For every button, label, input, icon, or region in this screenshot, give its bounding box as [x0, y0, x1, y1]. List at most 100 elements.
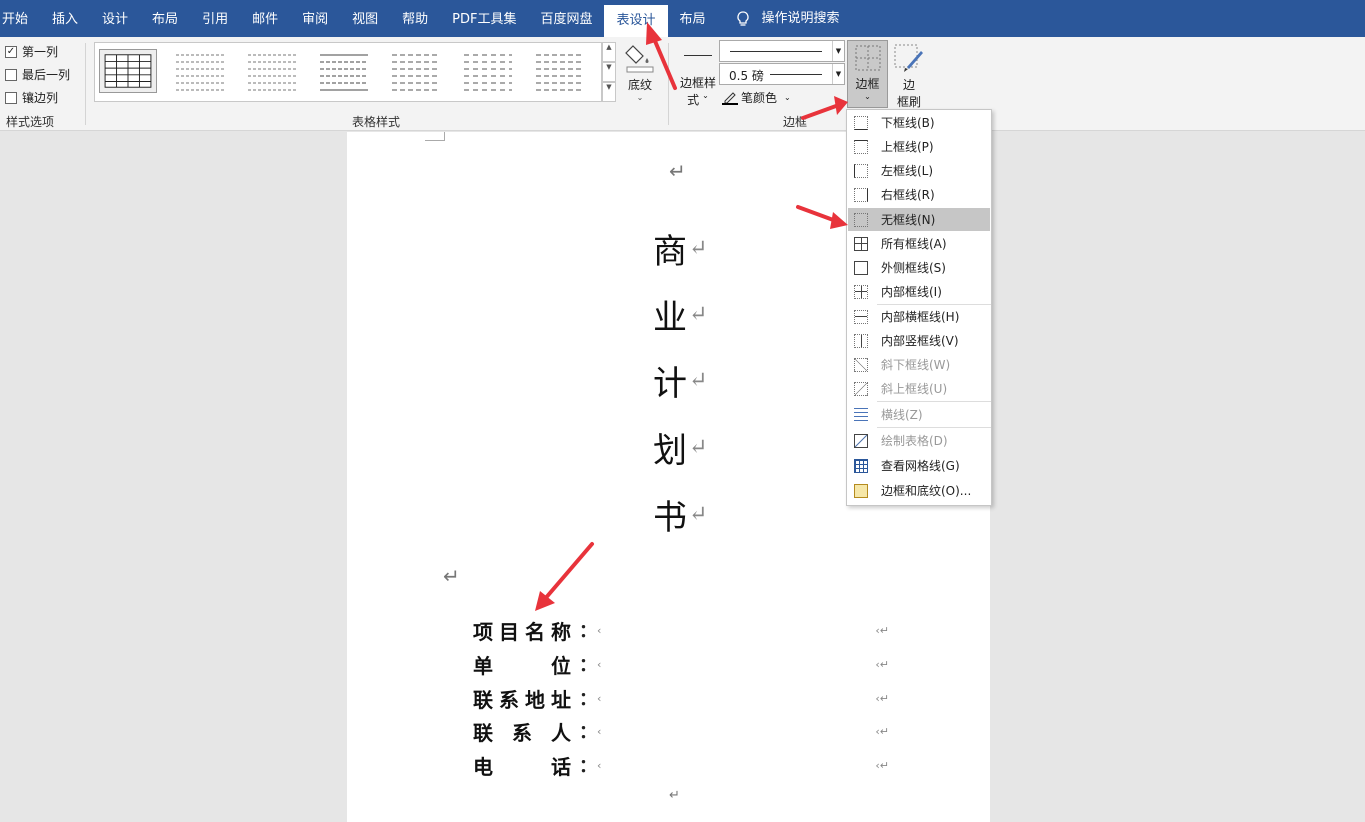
table-style-lines-thumb[interactable] — [387, 49, 445, 93]
form-colon: ： — [579, 655, 597, 676]
form-row[interactable]: 电话 ： ‹ ‹↵ — [473, 752, 889, 779]
cell-mark: ‹ — [597, 691, 602, 705]
table-style-lines-thumb[interactable] — [459, 49, 517, 93]
menu-item-bottom-border[interactable]: 下框线(B) — [848, 111, 990, 134]
menu-bar: 开始 插入 设计 布局 引用 邮件 审阅 视图 帮助 PDF工具集 百度网盘 表… — [0, 0, 1365, 37]
cell-end-mark: ‹↵ — [875, 691, 890, 705]
table-style-lines-thumb[interactable] — [315, 49, 373, 93]
paragraph-mark: ↵ — [669, 159, 686, 183]
form-row[interactable]: 单位 ： ‹ ‹↵ — [473, 651, 890, 678]
tab-design[interactable]: 设计 — [90, 0, 140, 37]
menu-item-label: 查看网格线(G) — [881, 459, 960, 473]
menu-item-label: 内部横框线(H) — [881, 310, 960, 324]
form-row[interactable]: 联系地址 ： ‹ ‹↵ — [473, 685, 890, 712]
chevron-down-icon: ▼ — [832, 64, 844, 84]
borders-icon — [855, 45, 880, 71]
divider — [668, 43, 669, 125]
menu-item-label: 下框线(B) — [881, 116, 935, 130]
form-row[interactable]: 项目名称 ： ‹ ‹↵ — [473, 617, 889, 644]
pen-color-button[interactable]: 笔颜色 ⌄ — [722, 89, 791, 106]
line-weight-preview — [770, 74, 822, 75]
tab-help[interactable]: 帮助 — [390, 0, 440, 37]
gallery-more[interactable]: ▼ — [602, 82, 616, 102]
last-column-checkbox[interactable]: 最后一列 — [5, 66, 70, 83]
chevron-down-icon: ⌄ — [864, 92, 871, 101]
borders-group-label: 边框 — [783, 115, 808, 129]
menu-item-inside-vertical[interactable]: 内部竖框线(V) — [848, 329, 990, 352]
cell-mark: ‹ — [597, 657, 602, 671]
tab-baidu-netdisk[interactable]: 百度网盘 — [528, 0, 604, 37]
menu-divider — [877, 401, 991, 402]
title-char-text: 书 — [653, 498, 687, 538]
view-gridlines-icon — [854, 458, 868, 473]
menu-item-label: 上框线(P) — [881, 140, 934, 154]
menu-item-label: 右框线(R) — [881, 188, 935, 202]
tab-references[interactable]: 引用 — [190, 0, 240, 37]
menu-item-inside-horizontal[interactable]: 内部横框线(H) — [848, 305, 990, 328]
borders-button[interactable]: 边框 ⌄ — [847, 40, 888, 108]
menu-item-diagonal-down[interactable]: 斜下框线(W) — [848, 353, 990, 376]
borders-shading-icon — [854, 483, 868, 498]
table-style-grid-thumb[interactable] — [99, 49, 157, 93]
menu-item-inside-borders[interactable]: 内部框线(I) — [848, 280, 990, 303]
menu-item-view-gridlines[interactable]: 查看网格线(G) — [848, 454, 990, 477]
checked-icon: ✓ — [5, 45, 17, 58]
menu-item-borders-shading[interactable]: 边框和底纹(O)... — [848, 479, 990, 502]
border-styles-button[interactable]: 边框样 式 ⌄ — [676, 43, 720, 108]
menu-item-diagonal-up[interactable]: 斜上框线(U) — [848, 377, 990, 400]
table-styles-gallery[interactable] — [94, 42, 602, 102]
border-styles-label: 边框样 — [679, 76, 716, 90]
all-borders-icon — [854, 236, 868, 251]
pen-icon — [722, 91, 738, 105]
menu-item-outside-borders[interactable]: 外侧框线(S) — [848, 256, 990, 279]
table-style-lines-thumb[interactable] — [531, 49, 589, 93]
tab-pdf-tools[interactable]: PDF工具集 — [440, 0, 528, 37]
horizontal-line-icon — [854, 407, 868, 422]
tab-layout[interactable]: 布局 — [140, 0, 190, 37]
tab-home[interactable]: 开始 — [0, 0, 40, 37]
menu-item-label: 内部框线(I) — [881, 285, 942, 299]
line-style-select[interactable]: ▼ — [719, 40, 845, 62]
border-painter-label: 边 — [902, 78, 915, 92]
tell-me-search[interactable]: 操作说明搜索 — [724, 0, 852, 37]
menu-item-no-border[interactable]: 无框线(N) — [848, 208, 990, 231]
tab-review[interactable]: 审阅 — [290, 0, 340, 37]
line-weight-select[interactable]: 0.5 磅 ▼ — [719, 63, 845, 85]
cell-end-mark: ‹↵ — [875, 657, 890, 671]
chevron-down-icon: ▼ — [832, 41, 844, 61]
menu-item-draw-table[interactable]: 绘制表格(D) — [848, 429, 990, 452]
page-corner-mark — [425, 132, 445, 141]
menu-item-right-border[interactable]: 右框线(R) — [848, 183, 990, 206]
chevron-down-icon: ⌄ — [784, 93, 791, 102]
tab-view[interactable]: 视图 — [340, 0, 390, 37]
first-column-checkbox[interactable]: ✓ 第一列 — [5, 43, 58, 60]
paragraph-mark: ↵ — [689, 236, 708, 261]
form-label: 项目名称 — [473, 619, 571, 644]
cell-mark: ‹ — [597, 724, 602, 738]
menu-item-all-borders[interactable]: 所有框线(A) — [848, 232, 990, 255]
form-row[interactable]: 联系人 ： ‹ ‹↵ — [473, 718, 889, 745]
title-char-text: 划 — [653, 431, 687, 471]
gallery-scroll-up[interactable]: ▲ — [602, 42, 616, 62]
menu-item-top-border[interactable]: 上框线(P) — [848, 135, 990, 158]
inside-horizontal-icon — [854, 309, 868, 324]
menu-item-left-border[interactable]: 左框线(L) — [848, 159, 990, 182]
shading-button[interactable]: 底纹 ⌄ — [620, 41, 660, 102]
lightbulb-icon — [736, 10, 749, 26]
paint-bucket-icon — [625, 45, 654, 73]
tab-table-layout[interactable]: 布局 — [668, 0, 718, 37]
table-style-plain-thumb[interactable] — [171, 49, 229, 93]
paragraph-mark: ↵ — [689, 302, 708, 327]
tab-mailings[interactable]: 邮件 — [240, 0, 290, 37]
menu-item-horizontal-line[interactable]: 横线(Z) — [848, 403, 990, 426]
tab-insert[interactable]: 插入 — [40, 0, 90, 37]
borders-label: 边框 — [855, 77, 880, 91]
gallery-scroll-down[interactable]: ▼ — [602, 62, 616, 82]
table-style-plain-thumb[interactable] — [243, 49, 301, 93]
divider — [85, 43, 86, 125]
banded-columns-checkbox[interactable]: 镶边列 — [5, 89, 58, 106]
menu-divider — [877, 427, 991, 428]
tab-table-design[interactable]: 表设计 — [604, 5, 668, 37]
title-char: 业 ↵ — [653, 290, 707, 339]
border-painter-button[interactable]: 边 框刷 — [892, 43, 926, 110]
